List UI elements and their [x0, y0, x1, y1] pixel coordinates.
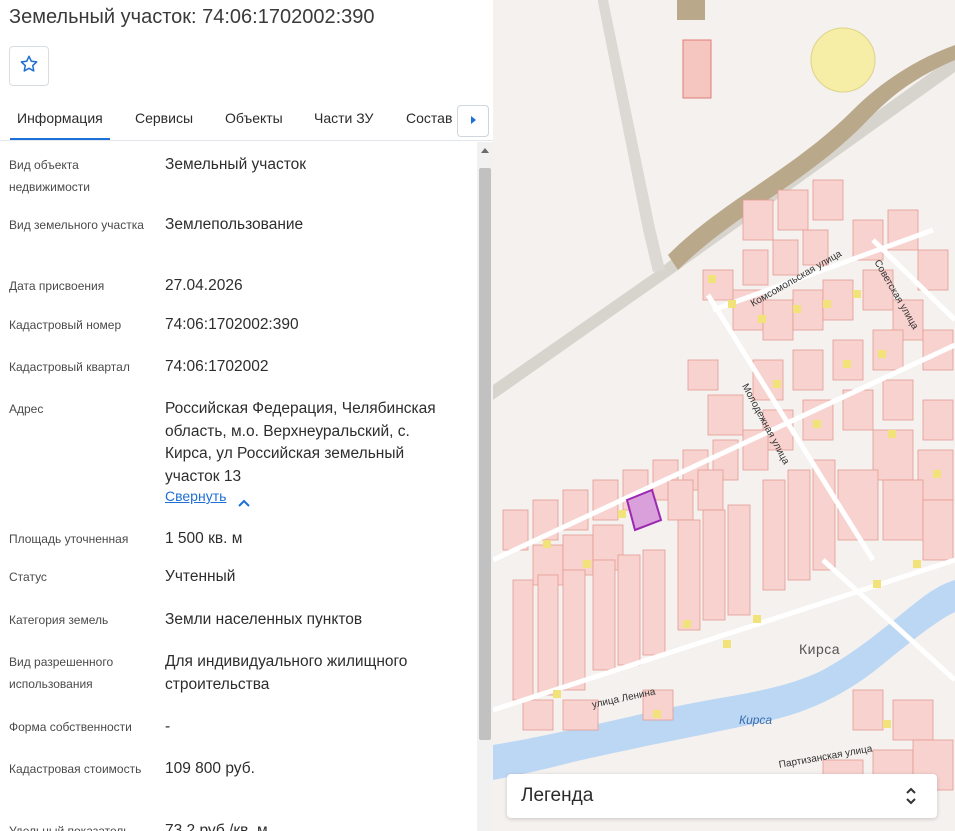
chevron-up-down-icon[interactable]: [905, 785, 917, 812]
caret-right-icon: [469, 112, 477, 130]
property-value: 74:06:1702002: [165, 358, 269, 375]
legend-label: Легенда: [521, 785, 594, 806]
map-canvas[interactable]: [493, 0, 955, 831]
properties-scrollbar[interactable]: [477, 142, 493, 831]
favorite-button[interactable]: [9, 46, 49, 86]
property-value: Учтенный: [165, 568, 236, 585]
property-label: Вид объекта недвижимости: [9, 158, 90, 194]
property-label: Кадастровая стоимость: [9, 762, 142, 776]
tab-services[interactable]: Сервисы: [135, 110, 193, 126]
info-panel: Земельный участок: 74:06:1702002:390 Инф…: [0, 0, 493, 831]
chevron-up-icon[interactable]: [238, 494, 250, 512]
page-title: Земельный участок: 74:06:1702002:390: [9, 6, 375, 28]
property-label: Кадастровый квартал: [9, 360, 130, 374]
tab-composition[interactable]: Состав: [406, 110, 452, 126]
property-value: Земли населенных пунктов: [165, 611, 363, 628]
property-value: -: [165, 718, 171, 735]
property-label: Категория земель: [9, 613, 109, 627]
collapse-link[interactable]: Свернуть: [165, 488, 226, 504]
property-value: Земельный участок: [165, 156, 307, 173]
building-block: [677, 0, 705, 20]
star-outline-icon: [19, 54, 39, 79]
tab-objects[interactable]: Объекты: [225, 110, 283, 126]
property-label: Адрес: [9, 402, 44, 416]
properties-list: Вид объекта недвижимости Земельный участ…: [0, 142, 477, 831]
property-value: 74:06:1702002:390: [165, 316, 299, 333]
property-value: 27.04.2026: [165, 277, 243, 294]
parcel: [682, 39, 712, 99]
address-value: Российская Федерация, Челябинская област…: [165, 400, 436, 485]
property-label: Дата присвоения: [9, 279, 105, 293]
property-label: Площадь уточненная: [9, 532, 129, 546]
property-label: Статус: [9, 570, 47, 584]
tab-bar: Информация Сервисы Объекты Части ЗУ Сост…: [0, 100, 493, 141]
legend-panel[interactable]: Легенда: [507, 774, 937, 818]
tab-parts[interactable]: Части ЗУ: [314, 110, 373, 126]
property-label: Удельный показатель кадастровой стоимост…: [9, 824, 130, 831]
tabs-next-button[interactable]: [457, 105, 489, 137]
highway-road: [598, 0, 665, 272]
cadastral-map[interactable]: Кирса Кирса Комсомольская улица Советска…: [493, 0, 955, 831]
property-value: 73,2 руб./кв. м: [165, 822, 268, 831]
property-label: Форма собственности: [9, 720, 132, 734]
scrollbar-thumb[interactable]: [479, 168, 491, 740]
property-value: Для индивидуального жилищного строительс…: [165, 653, 408, 693]
river-label: Кирса: [739, 713, 773, 727]
property-value: 1 500 кв. м: [165, 530, 243, 547]
property-label: Кадастровый номер: [9, 318, 122, 332]
tower-zone: [810, 27, 876, 93]
scroll-up-arrow-icon[interactable]: [481, 148, 489, 153]
village-label: Кирса: [799, 641, 841, 657]
property-label: Вид разрешенного использования: [9, 655, 114, 691]
tab-information[interactable]: Информация: [10, 110, 110, 140]
property-value: 109 800 руб.: [165, 760, 255, 777]
property-value: Землепользование: [165, 216, 304, 233]
property-label: Вид земельного участка: [9, 218, 144, 232]
